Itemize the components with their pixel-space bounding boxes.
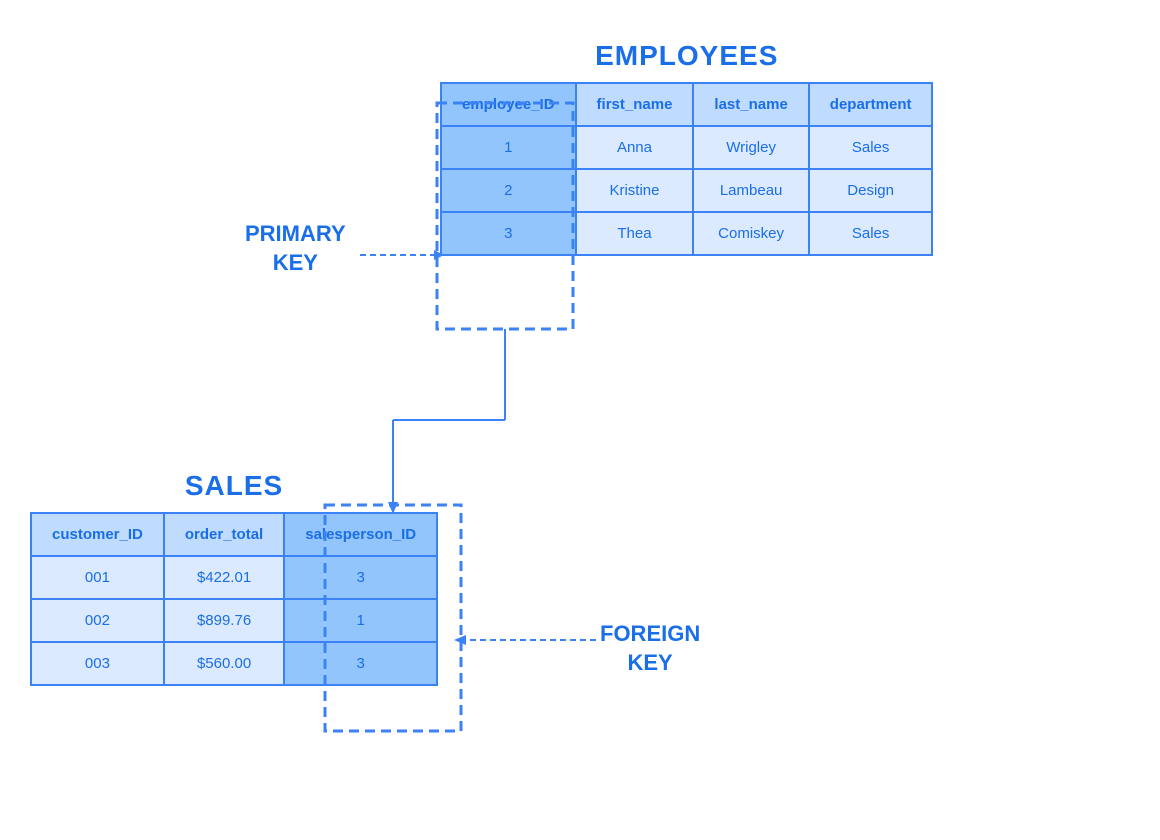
table-row: 002 $899.76 1 bbox=[31, 599, 437, 642]
emp-dept-3: Sales bbox=[809, 212, 933, 255]
employees-header-row: employee_ID first_name last_name departm… bbox=[441, 83, 932, 126]
emp-dept-2: Design bbox=[809, 169, 933, 212]
table-row: 1 Anna Wrigley Sales bbox=[441, 126, 932, 169]
employees-col-employee-id: employee_ID bbox=[441, 83, 576, 126]
table-row: 3 Thea Comiskey Sales bbox=[441, 212, 932, 255]
employees-table: employee_ID first_name last_name departm… bbox=[440, 82, 933, 256]
sale-cust-1: 001 bbox=[31, 556, 164, 599]
sale-sp-3: 3 bbox=[284, 642, 437, 685]
employees-title: EMPLOYEES bbox=[440, 40, 933, 72]
sales-col-order-total: order_total bbox=[164, 513, 284, 556]
sale-total-1: $422.01 bbox=[164, 556, 284, 599]
emp-id-2: 2 bbox=[441, 169, 576, 212]
sale-sp-2: 1 bbox=[284, 599, 437, 642]
emp-lastname-1: Wrigley bbox=[693, 126, 808, 169]
sale-cust-2: 002 bbox=[31, 599, 164, 642]
emp-firstname-2: Kristine bbox=[576, 169, 694, 212]
sale-total-3: $560.00 bbox=[164, 642, 284, 685]
table-row: 001 $422.01 3 bbox=[31, 556, 437, 599]
employees-col-first-name: first_name bbox=[576, 83, 694, 126]
sales-title: SALES bbox=[30, 470, 438, 502]
sales-section: SALES customer_ID order_total salesperso… bbox=[30, 470, 438, 686]
sales-header-row: customer_ID order_total salesperson_ID bbox=[31, 513, 437, 556]
emp-dept-1: Sales bbox=[809, 126, 933, 169]
emp-id-3: 3 bbox=[441, 212, 576, 255]
foreign-key-label: FOREIGNKEY bbox=[600, 620, 700, 677]
diagram-container: EMPLOYEES employee_ID first_name last_na… bbox=[0, 0, 1160, 840]
employees-col-last-name: last_name bbox=[693, 83, 808, 126]
sales-col-salesperson-id: salesperson_ID bbox=[284, 513, 437, 556]
emp-firstname-3: Thea bbox=[576, 212, 694, 255]
sale-total-2: $899.76 bbox=[164, 599, 284, 642]
sale-sp-1: 3 bbox=[284, 556, 437, 599]
sale-cust-3: 003 bbox=[31, 642, 164, 685]
employees-section: EMPLOYEES employee_ID first_name last_na… bbox=[440, 40, 933, 256]
emp-firstname-1: Anna bbox=[576, 126, 694, 169]
table-row: 2 Kristine Lambeau Design bbox=[441, 169, 932, 212]
primary-key-label: PRIMARYKEY bbox=[245, 220, 346, 277]
emp-lastname-3: Comiskey bbox=[693, 212, 808, 255]
sales-table: customer_ID order_total salesperson_ID 0… bbox=[30, 512, 438, 686]
sales-col-customer-id: customer_ID bbox=[31, 513, 164, 556]
emp-lastname-2: Lambeau bbox=[693, 169, 808, 212]
employees-col-department: department bbox=[809, 83, 933, 126]
table-row: 003 $560.00 3 bbox=[31, 642, 437, 685]
emp-id-1: 1 bbox=[441, 126, 576, 169]
foreign-key-arrowhead bbox=[454, 635, 466, 645]
